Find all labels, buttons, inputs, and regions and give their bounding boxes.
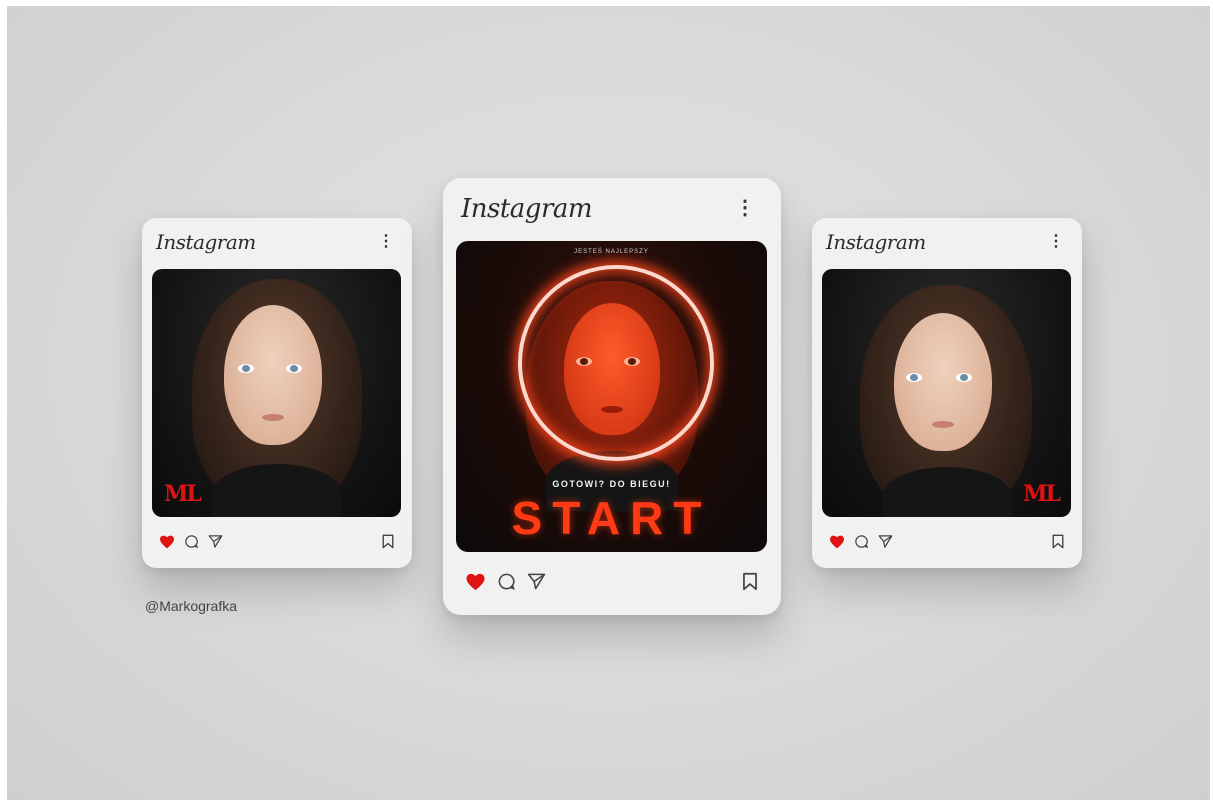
bookmark-icon[interactable] bbox=[1051, 534, 1065, 554]
more-options-button[interactable]: ⋮ bbox=[735, 198, 755, 218]
portrait-lips bbox=[262, 414, 284, 421]
heart-icon[interactable] bbox=[829, 535, 845, 554]
ml-brand-logo: ML bbox=[1023, 481, 1061, 507]
send-icon[interactable] bbox=[878, 534, 893, 554]
post-card-left: Instagram ⋮ ML bbox=[142, 218, 412, 568]
post-actions bbox=[465, 572, 546, 596]
poster-top-text: JESTEŚ NAJLEPSZY bbox=[574, 249, 649, 255]
bookmark-icon[interactable] bbox=[381, 534, 395, 554]
post-photo[interactable]: JESTEŚ NAJLEPSZY GOTOWI? DO BIEGU! START bbox=[456, 241, 767, 552]
poster-subtitle: GOTOWI? DO BIEGU! bbox=[552, 479, 671, 489]
heart-icon[interactable] bbox=[465, 573, 486, 596]
portrait-face bbox=[894, 313, 992, 451]
post-photo[interactable]: ML bbox=[152, 269, 401, 517]
more-options-button[interactable]: ⋮ bbox=[378, 234, 394, 250]
author-handle: @Markografka bbox=[145, 598, 238, 614]
post-card-center: Instagram ⋮ JESTEŚ NAJLEPSZY GOTOWI? DO … bbox=[443, 178, 781, 615]
poster-headline: START bbox=[511, 492, 712, 544]
instagram-logo: Instagram bbox=[826, 230, 926, 254]
instagram-logo: Instagram bbox=[461, 194, 593, 224]
portrait-shirt bbox=[212, 464, 342, 517]
send-icon[interactable] bbox=[527, 572, 546, 596]
post-photo[interactable]: ML bbox=[822, 269, 1071, 517]
instagram-logo: Instagram bbox=[156, 230, 256, 254]
neon-halo bbox=[518, 265, 714, 461]
send-icon[interactable] bbox=[208, 534, 223, 554]
comment-icon[interactable] bbox=[854, 534, 869, 554]
portrait-face bbox=[224, 305, 322, 445]
portrait-eye-right bbox=[956, 373, 972, 382]
portrait-eye-left bbox=[238, 364, 254, 373]
ml-brand-logo: ML bbox=[164, 481, 202, 507]
heart-icon[interactable] bbox=[159, 535, 175, 554]
post-actions bbox=[159, 534, 223, 554]
post-card-right: Instagram ⋮ ML bbox=[812, 218, 1082, 568]
more-options-button[interactable]: ⋮ bbox=[1048, 234, 1064, 250]
portrait-lips bbox=[932, 421, 954, 428]
portrait-eye-right bbox=[286, 364, 302, 373]
post-actions bbox=[829, 534, 893, 554]
bookmark-icon[interactable] bbox=[741, 572, 759, 596]
comment-icon[interactable] bbox=[497, 572, 516, 596]
portrait-eye-left bbox=[906, 373, 922, 382]
comment-icon[interactable] bbox=[184, 534, 199, 554]
